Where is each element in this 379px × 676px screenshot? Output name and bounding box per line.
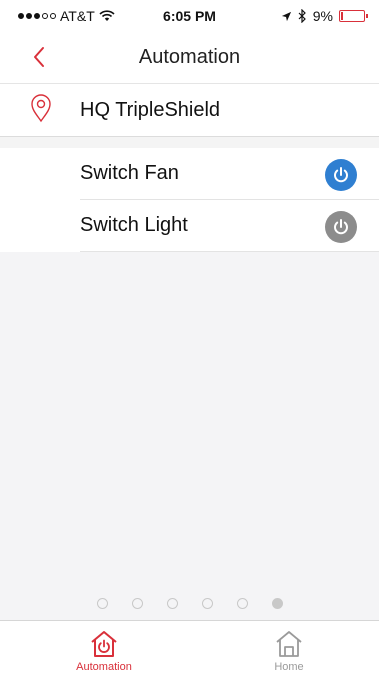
location-pin-icon <box>31 94 51 123</box>
page-dot[interactable] <box>271 598 283 609</box>
empty-content-area <box>0 252 379 620</box>
automation-home-icon <box>91 631 117 657</box>
page-dot[interactable] <box>96 598 108 609</box>
bluetooth-icon <box>298 9 306 23</box>
page-dot[interactable] <box>236 598 248 609</box>
power-toggle-button[interactable] <box>325 211 357 243</box>
page-indicator <box>0 598 379 609</box>
device-row-switch-fan: Switch Fan <box>0 148 379 200</box>
power-toggle-button[interactable] <box>325 159 357 191</box>
location-name: HQ TripleShield <box>80 99 221 121</box>
tab-label: Automation <box>76 661 132 673</box>
device-label: Switch Fan <box>80 162 179 184</box>
tab-home[interactable]: Home <box>229 629 349 673</box>
battery-percentage: 9% <box>312 8 333 24</box>
tab-bar: Automation Home <box>0 620 379 676</box>
battery-icon <box>339 10 368 22</box>
status-right: 9% <box>281 8 368 24</box>
power-icon <box>334 167 348 183</box>
navigation-bar: Automation <box>0 30 379 84</box>
device-row-switch-light: Switch Light <box>0 200 379 252</box>
status-bar: AT&T 6:05 PM 9% <box>0 0 379 30</box>
page-dot[interactable] <box>131 598 143 609</box>
tab-label: Home <box>274 661 304 673</box>
tab-automation[interactable]: Automation <box>44 629 164 673</box>
section-divider <box>0 136 379 148</box>
location-row[interactable]: HQ TripleShield <box>0 84 379 136</box>
power-icon <box>334 219 348 235</box>
page-dot[interactable] <box>201 598 213 609</box>
home-icon <box>276 631 302 657</box>
location-arrow-icon <box>281 11 291 21</box>
device-label: Switch Light <box>80 214 188 236</box>
page-title: Automation <box>138 46 241 68</box>
page-dot[interactable] <box>166 598 178 609</box>
battery-level-fill <box>341 12 343 20</box>
